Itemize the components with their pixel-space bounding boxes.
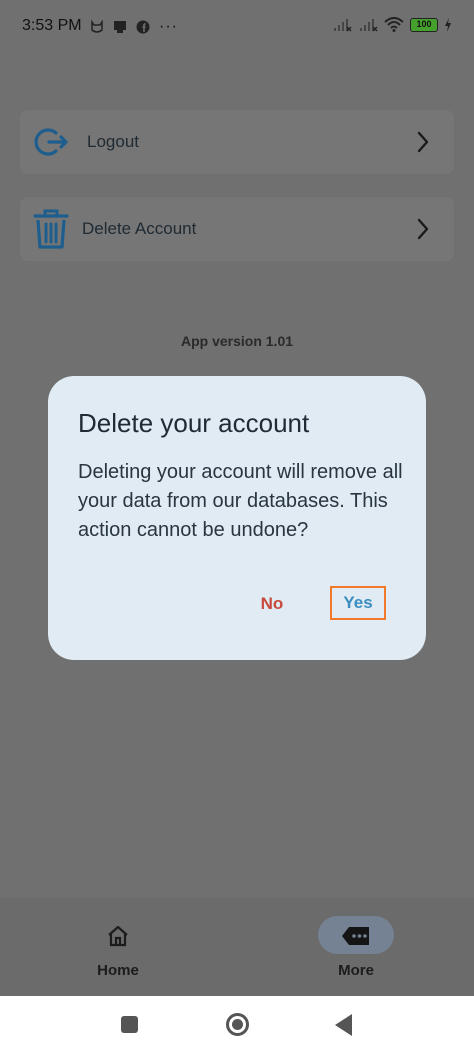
dialog-title: Delete your account	[78, 408, 310, 438]
signal-icon-2	[360, 18, 378, 31]
home-icon	[108, 925, 128, 947]
logout-row[interactable]: Logout	[20, 110, 454, 174]
app-version: App version 1.01	[180, 333, 294, 349]
delete-account-label: Delete Account	[82, 219, 197, 238]
nav-home-label: Home	[97, 962, 139, 979]
battery-level: 100	[416, 19, 432, 29]
signal-icon	[334, 18, 352, 31]
nav-more-label: More	[338, 962, 374, 979]
wifi-icon	[384, 17, 404, 32]
chevron-right-icon	[417, 131, 429, 153]
logout-label: Logout	[87, 132, 139, 151]
more-notifications-indicator: ···	[159, 18, 178, 35]
delete-account-row[interactable]: Delete Account	[20, 197, 454, 261]
dialog-message: Deleting your account will remove all yo…	[78, 461, 403, 541]
bottom-navigation: Home More	[0, 898, 474, 996]
status-notifications: ···	[90, 18, 178, 36]
status-system-icons: 100	[332, 17, 452, 32]
charging-icon	[445, 17, 451, 32]
status-bar: 3:53 PM ··· 100	[0, 0, 474, 54]
trash-icon	[33, 209, 69, 249]
cat-notification-icon	[91, 20, 103, 33]
no-button[interactable]: No	[252, 591, 292, 617]
recents-button[interactable]	[121, 1016, 138, 1033]
home-system-button[interactable]	[226, 1013, 249, 1036]
system-navigation-bar	[0, 996, 474, 1053]
back-button[interactable]	[335, 1014, 352, 1036]
chevron-right-icon	[417, 218, 429, 240]
chat-notification-icon	[114, 21, 126, 33]
battery-icon: 100	[410, 17, 438, 32]
logout-icon	[34, 128, 68, 156]
yes-button[interactable]: Yes	[330, 586, 386, 620]
nav-home[interactable]: Home	[68, 920, 168, 990]
nav-more[interactable]: More	[306, 916, 406, 990]
facebook-icon	[136, 20, 150, 34]
more-icon	[342, 927, 369, 945]
delete-account-dialog: Delete your account Deleting your accoun…	[48, 376, 426, 660]
status-time: 3:53 PM	[22, 17, 82, 34]
